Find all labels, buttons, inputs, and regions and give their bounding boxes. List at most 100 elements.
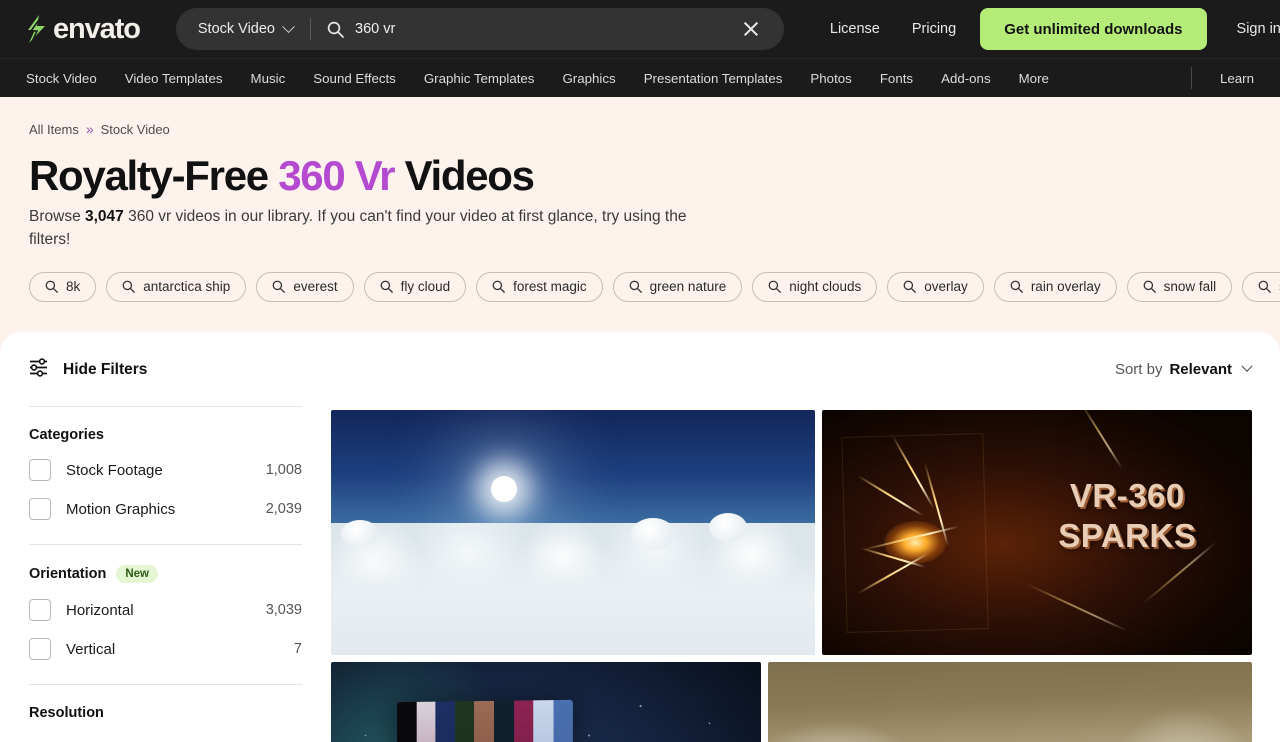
chip-night-clouds[interactable]: night clouds [752, 271, 878, 302]
search-icon [272, 280, 286, 294]
sort-by-dropdown[interactable]: Sort by Relevant [1115, 360, 1253, 378]
nav-item-graphic-templates[interactable]: Graphic Templates [424, 71, 535, 86]
nav-item-sound-effects[interactable]: Sound Effects [313, 71, 396, 86]
nav-item-presentation-templates[interactable]: Presentation Templates [644, 71, 783, 86]
facet-option-horizontal[interactable]: Horizontal 3,039 [29, 599, 302, 621]
hero-section: All Items » Stock Video Royalty-Free 360… [0, 97, 1280, 352]
facet-option-label: Horizontal [66, 601, 134, 619]
nav-item-add-ons[interactable]: Add-ons [941, 71, 991, 86]
chevron-down-icon [1241, 360, 1253, 372]
pricing-link[interactable]: Pricing [896, 21, 972, 37]
search-icon [380, 280, 393, 294]
chip-label: fly cloud [400, 279, 451, 295]
search-divider [310, 18, 311, 40]
result-card-sparks[interactable]: VR-360 SPARKS [822, 410, 1252, 655]
breadcrumb-separator: » [85, 121, 94, 137]
nav-item-stock-video[interactable]: Stock Video [26, 71, 97, 86]
search-icon [768, 280, 782, 294]
checkbox[interactable] [29, 599, 51, 621]
chip-everest[interactable]: everest [256, 271, 354, 302]
result-card-desert[interactable] [768, 662, 1252, 742]
wormhole-strip [552, 699, 573, 742]
filter-sidebar: Hide Filters Categories Stock Footage 1,… [0, 354, 331, 742]
sidebar-divider [29, 406, 302, 407]
subtitle-prefix: Browse [29, 208, 85, 226]
sign-in-link[interactable]: Sign in [1221, 21, 1280, 37]
chip-rain-overlay[interactable]: rain overlay [993, 271, 1117, 302]
facet-option-label: Motion Graphics [66, 500, 176, 518]
chip-sunset-cloud[interactable]: sunset cloud [1242, 271, 1280, 302]
search-bar[interactable]: Stock Video [175, 8, 784, 50]
get-unlimited-downloads-button[interactable]: Get unlimited downloads [980, 8, 1207, 50]
nav-item-music[interactable]: Music [251, 71, 286, 86]
search-icon [122, 280, 136, 294]
breadcrumb: All Items » Stock Video [29, 121, 1251, 137]
nav-item-fonts[interactable]: Fonts [880, 71, 913, 86]
chip-label: rain overlay [1030, 279, 1101, 295]
chip-antarctica-ship[interactable]: antarctica ship [106, 271, 247, 302]
chip-forest-magic[interactable]: forest magic [476, 271, 603, 302]
result-count: 3,047 [85, 208, 124, 226]
hide-filters-label: Hide Filters [63, 361, 148, 378]
facet-title-label: Orientation [29, 566, 107, 582]
facet-title: Categories [29, 427, 302, 443]
subtitle-rest: 360 vr videos in our library. If you can… [29, 208, 687, 248]
facet-option-vertical[interactable]: Vertical 7 [29, 638, 302, 660]
chip-overlay[interactable]: overlay [887, 271, 984, 302]
checkbox[interactable] [29, 638, 51, 660]
nav-item-more[interactable]: More [1019, 71, 1049, 86]
chip-8k[interactable]: 8k [29, 271, 97, 302]
haze-layer [768, 662, 1252, 742]
search-icon [1258, 280, 1272, 294]
chip-label: forest magic [513, 279, 587, 295]
nav-item-video-templates[interactable]: Video Templates [125, 71, 223, 86]
chip-label: everest [293, 279, 338, 295]
search-icon [327, 21, 344, 38]
status-badge: New [116, 565, 158, 583]
chip-label: overlay [924, 279, 968, 295]
breadcrumb-stock-video[interactable]: Stock Video [101, 122, 170, 137]
facet-resolution: Resolution [29, 705, 302, 721]
hide-filters-toggle[interactable]: Hide Filters [29, 358, 302, 382]
facet-option-count: 1,008 [265, 462, 302, 478]
thumbnail-title-line-1: VR-360 [1069, 477, 1185, 515]
search-icon [45, 280, 58, 294]
results-grid: VR-360 SPARKS [331, 410, 1252, 742]
facet-option-count: 3,039 [265, 602, 302, 618]
chip-green-nature[interactable]: green nature [612, 271, 743, 302]
license-link[interactable]: License [814, 21, 896, 37]
chip-fly-cloud[interactable]: fly cloud [363, 271, 467, 302]
search-input[interactable] [355, 21, 740, 37]
chip-label: 8k [66, 279, 81, 295]
spark-streak [857, 474, 924, 516]
sliders-icon [29, 358, 50, 382]
envato-logo[interactable]: envato [26, 14, 141, 44]
facet-option-motion-graphics[interactable]: Motion Graphics 2,039 [29, 498, 302, 520]
facet-option-label: Stock Footage [66, 461, 163, 479]
close-icon[interactable] [740, 18, 762, 40]
facet-option-label: Vertical [66, 640, 116, 658]
search-category-label: Stock Video [197, 21, 275, 37]
search-category-dropdown[interactable]: Stock Video [197, 19, 295, 37]
result-card-wormhole[interactable]: 360 Vr Space Wormhole Pack [331, 662, 761, 742]
wormhole-strip [493, 700, 514, 742]
spark-streak [1080, 410, 1123, 469]
suggested-search-chips: 8k antarctica ship everest fly cloud for… [0, 271, 1280, 302]
envato-logo-icon [26, 14, 52, 44]
nav-item-learn[interactable]: Learn [1220, 71, 1254, 86]
chip-snow-fall[interactable]: snow fall [1126, 271, 1233, 302]
result-card-clouds[interactable] [331, 410, 815, 655]
thumbnail-title-line-2: SPARKS [1058, 517, 1197, 555]
facet-option-stock-footage[interactable]: Stock Footage 1,008 [29, 459, 302, 481]
breadcrumb-all-items[interactable]: All Items [29, 122, 79, 137]
checkbox[interactable] [29, 498, 51, 520]
results-toolbar: Sort by Relevant [331, 354, 1253, 384]
thumbnail-image: VR-360 SPARKS [822, 410, 1252, 655]
nav-item-photos[interactable]: Photos [810, 71, 851, 86]
checkbox[interactable] [29, 459, 51, 481]
facet-title-label: Resolution [29, 705, 104, 721]
wormhole-strips [396, 699, 573, 742]
nav-item-graphics[interactable]: Graphics [562, 71, 615, 86]
